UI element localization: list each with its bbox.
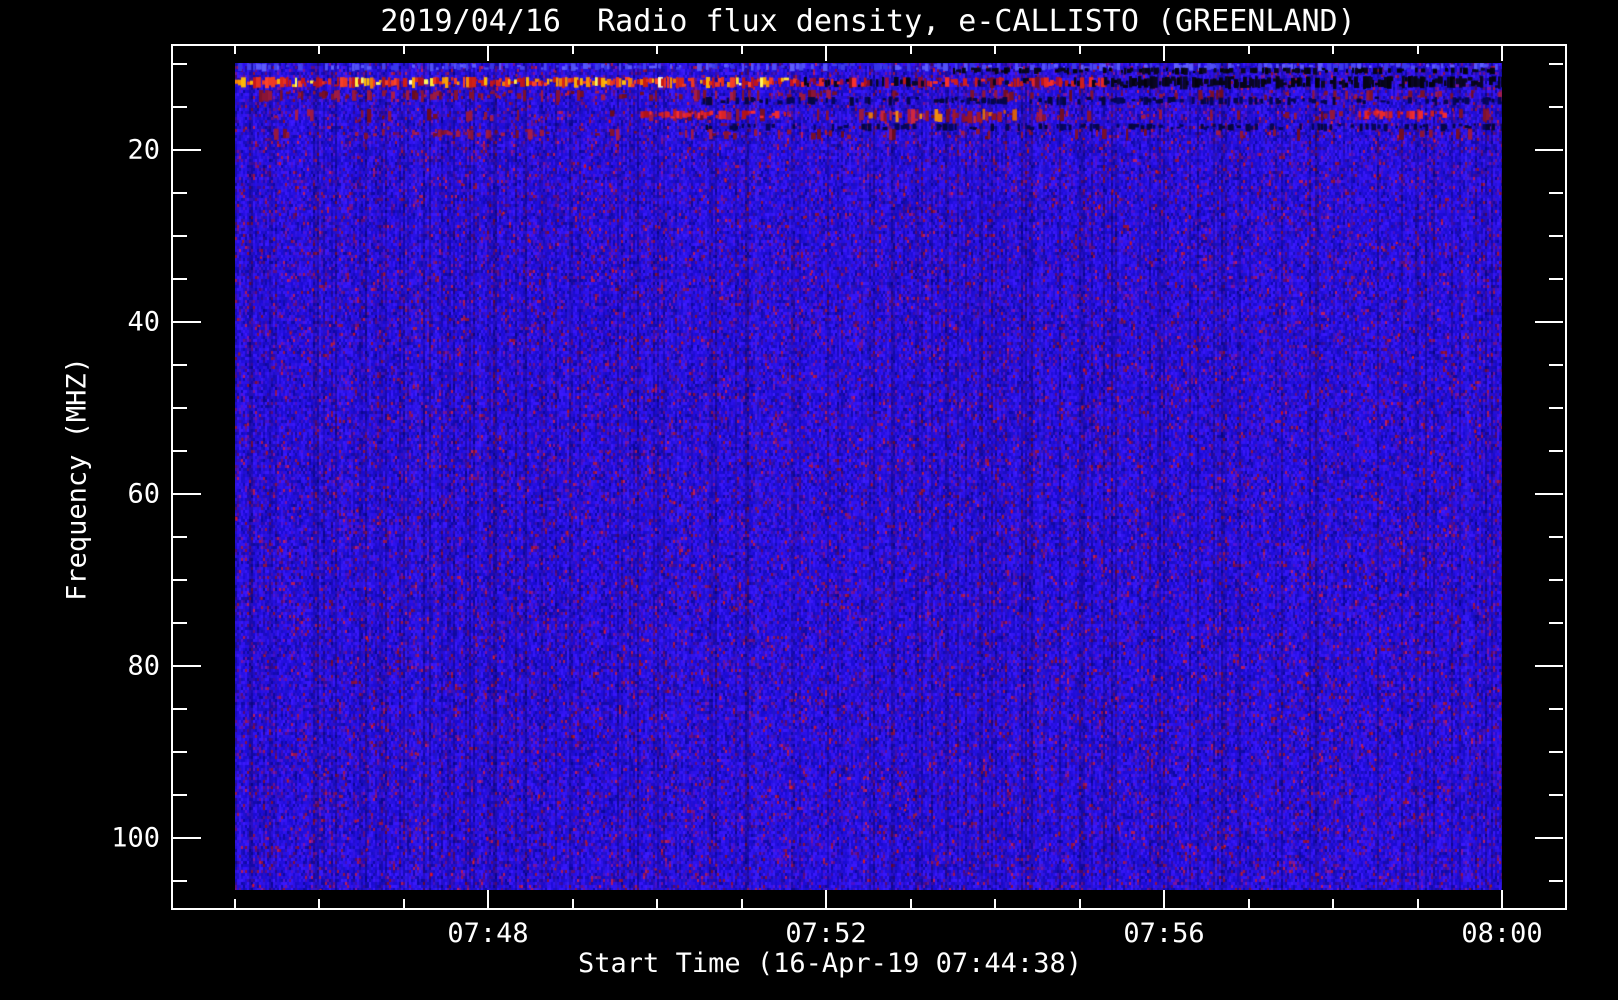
y-tick-label: 20 [127, 134, 160, 166]
x-tick-label: 07:56 [1123, 918, 1205, 949]
spectrogram-image [235, 63, 1502, 890]
y-tick-label: 40 [127, 306, 160, 338]
y-tick-label: 80 [127, 650, 160, 682]
chart-title: 2019/04/16 Radio flux density, e-CALLIST… [380, 4, 1356, 39]
x-axis-label: Start Time (16-Apr-19 07:44:38) [578, 948, 1082, 979]
y-axis-label: Frequency (MHZ) [61, 357, 93, 601]
x-tick-label: 07:52 [785, 918, 867, 949]
y-tick-label: 100 [111, 822, 160, 854]
y-tick-label: 60 [127, 478, 160, 510]
x-tick-label: 08:00 [1461, 918, 1543, 949]
x-tick-label: 07:48 [447, 918, 529, 949]
